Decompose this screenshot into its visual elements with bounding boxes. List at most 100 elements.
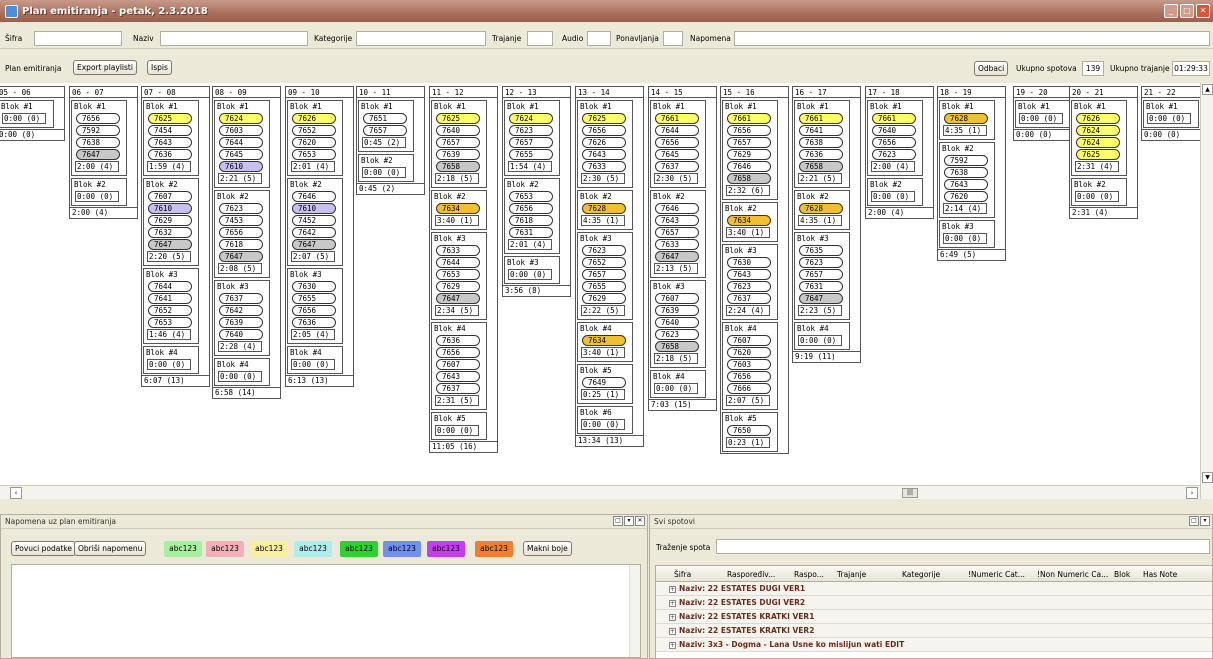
- spot-pill[interactable]: 7636: [148, 149, 192, 160]
- blok[interactable]: Blok #2 7634 3:40 (1): [722, 202, 778, 242]
- spot-pill[interactable]: 7656: [292, 305, 336, 316]
- spot-pill[interactable]: 7628: [944, 113, 988, 124]
- blok[interactable]: Blok #3 7607 7639 7640 7623 7658 2:18 (5): [650, 280, 706, 368]
- spot-pill[interactable]: 7631: [509, 227, 553, 238]
- color-swatch[interactable]: abc123: [383, 541, 421, 557]
- spot-pill[interactable]: 7643: [436, 371, 480, 382]
- spot-pill[interactable]: 7656: [655, 137, 699, 148]
- close-icon[interactable]: ✕: [1196, 4, 1210, 18]
- spot-pill[interactable]: 7625: [148, 113, 192, 124]
- blok[interactable]: Blok #4 7607 7620 7603 7656 7666 2:07 (5): [722, 322, 778, 410]
- spot-pill[interactable]: 7647: [655, 251, 699, 262]
- blok[interactable]: Blok #1 7625 7454 7643 7636 1:59 (4): [143, 100, 199, 176]
- spot-pill[interactable]: 7661: [872, 113, 916, 124]
- blok[interactable]: Blok #3 7635 7623 7657 7631 7647 2:23 (5): [794, 232, 850, 320]
- spot-pill[interactable]: 7646: [292, 191, 336, 202]
- blok[interactable]: Blok #2 7592 7638 7643 7620 2:14 (4): [939, 142, 995, 218]
- spot-pill[interactable]: 7607: [655, 293, 699, 304]
- blok[interactable]: Blok #2 0:00 (0): [1071, 178, 1127, 206]
- spot-pill[interactable]: 7661: [727, 113, 771, 124]
- blok[interactable]: Blok #1 7624 7623 7657 7655 1:54 (4): [504, 100, 560, 176]
- blok[interactable]: Blok #1 7661 7656 7657 7629 7646 7658 2:32 (6): [722, 100, 778, 200]
- spot-pill[interactable]: 7653: [148, 317, 192, 328]
- expand-icon[interactable]: +: [669, 586, 676, 593]
- spot-pill[interactable]: 7656: [582, 125, 626, 136]
- scroll-thumb[interactable]: |||: [902, 488, 918, 498]
- spot-pill[interactable]: 7657: [582, 269, 626, 280]
- blok[interactable]: Blok #1 7626 7624 7624 7625 2:31 (4): [1071, 100, 1127, 176]
- audio-input[interactable]: [587, 31, 611, 46]
- spot-pill[interactable]: 7640: [872, 125, 916, 136]
- spot-pill[interactable]: 7655: [509, 149, 553, 160]
- spot-pill[interactable]: 7658: [727, 173, 771, 184]
- spot-pill[interactable]: 7658: [436, 161, 480, 172]
- blok[interactable]: Blok #1 0:00 (0): [1015, 100, 1071, 128]
- column-header[interactable]: Kategorije: [902, 570, 940, 579]
- spot-pill[interactable]: 7653: [509, 191, 553, 202]
- blok[interactable]: Blok #3 7630 7643 7623 7637 2:24 (4): [722, 244, 778, 320]
- spot-pill[interactable]: 7626: [582, 137, 626, 148]
- spot-pill[interactable]: 7644: [436, 257, 480, 268]
- column-header[interactable]: !Non Numeric Ca...: [1037, 570, 1108, 579]
- expand-icon[interactable]: +: [669, 600, 676, 607]
- spot-pill[interactable]: 7623: [799, 257, 843, 268]
- blok[interactable]: Blok #4 0:00 (0): [794, 322, 850, 350]
- spot-pill[interactable]: 7626: [1076, 113, 1120, 124]
- scroll-left-icon[interactable]: ‹: [10, 487, 22, 499]
- spot-pill[interactable]: 7657: [799, 269, 843, 280]
- spot-pill[interactable]: 7655: [582, 281, 626, 292]
- spot-pill[interactable]: 7592: [944, 155, 988, 166]
- spot-pill[interactable]: 7637: [655, 161, 699, 172]
- spot-pill[interactable]: 7650: [727, 425, 771, 436]
- blok[interactable]: Blok #2 7628 4:35 (1): [794, 190, 850, 230]
- column-header[interactable]: Raspoređiv...: [727, 570, 775, 579]
- spot-pill[interactable]: 7640: [436, 125, 480, 136]
- blok[interactable]: Blok #5 0:00 (0): [431, 412, 487, 440]
- spot-pill[interactable]: 7647: [436, 293, 480, 304]
- odbaci-button[interactable]: Odbaci: [974, 61, 1009, 76]
- column-header[interactable]: Has Note: [1143, 570, 1177, 579]
- table-row[interactable]: + Naziv: 3x3 - Dogma - Lana Usne ko misli…: [656, 638, 1212, 652]
- blok[interactable]: Blok #2 0:00 (0): [358, 154, 414, 182]
- spot-pill[interactable]: 7657: [363, 125, 407, 136]
- spot-pill[interactable]: 7626: [292, 113, 336, 124]
- color-swatch[interactable]: abc123: [475, 541, 513, 557]
- spot-pill[interactable]: 7647: [219, 251, 263, 262]
- spot-pill[interactable]: 7636: [799, 149, 843, 160]
- spot-pill[interactable]: 7652: [148, 305, 192, 316]
- column-header[interactable]: Šifra: [674, 570, 691, 579]
- spot-pill[interactable]: 7630: [727, 257, 771, 268]
- spot-pill[interactable]: 7641: [799, 125, 843, 136]
- spot-pill[interactable]: 7656: [436, 347, 480, 358]
- blok[interactable]: Blok #3 7644 7641 7652 7653 1:46 (4): [143, 268, 199, 344]
- spot-pill[interactable]: 7607: [727, 335, 771, 346]
- spot-pill[interactable]: 7642: [292, 227, 336, 238]
- spot-pill[interactable]: 7633: [582, 161, 626, 172]
- blok[interactable]: Blok #5 7650 0:23 (1): [722, 412, 778, 452]
- color-swatch[interactable]: abc123: [206, 541, 244, 557]
- spot-pill[interactable]: 7643: [582, 149, 626, 160]
- spot-pill[interactable]: 7638: [944, 167, 988, 178]
- blok[interactable]: Blok #6 0:00 (0): [577, 406, 633, 434]
- spot-pill[interactable]: 7657: [655, 227, 699, 238]
- blok[interactable]: Blok #4 0:00 (0): [214, 358, 270, 386]
- spot-pill[interactable]: 7656: [727, 125, 771, 136]
- spot-pill[interactable]: 7657: [727, 137, 771, 148]
- spot-pill[interactable]: 7643: [944, 179, 988, 190]
- spot-pill[interactable]: 7629: [582, 293, 626, 304]
- color-swatch[interactable]: abc123: [340, 541, 378, 557]
- blok[interactable]: Blok #2 7653 7656 7618 7631 2:01 (4): [504, 178, 560, 254]
- spot-pill[interactable]: 7666: [727, 383, 771, 394]
- color-swatch[interactable]: abc123: [427, 541, 465, 557]
- spot-pill[interactable]: 7620: [292, 137, 336, 148]
- spot-pill[interactable]: 7603: [727, 359, 771, 370]
- spot-pill[interactable]: 7637: [436, 383, 480, 394]
- spot-pill[interactable]: 7633: [436, 245, 480, 256]
- blok[interactable]: Blok #1 7661 7644 7656 7645 7637 2:30 (5): [650, 100, 706, 188]
- table-row[interactable]: + Naziv: 22 ESTATES DUGI VER2: [656, 596, 1212, 610]
- blok[interactable]: Blok #1 7625 7656 7626 7643 7633 2:30 (5): [577, 100, 633, 188]
- spot-pill[interactable]: 7652: [582, 257, 626, 268]
- scroll-up-icon[interactable]: ▲: [1202, 84, 1213, 95]
- blok[interactable]: Blok #1 7661 7640 7656 7623 2:00 (4): [867, 100, 923, 176]
- spot-pill[interactable]: 7623: [872, 149, 916, 160]
